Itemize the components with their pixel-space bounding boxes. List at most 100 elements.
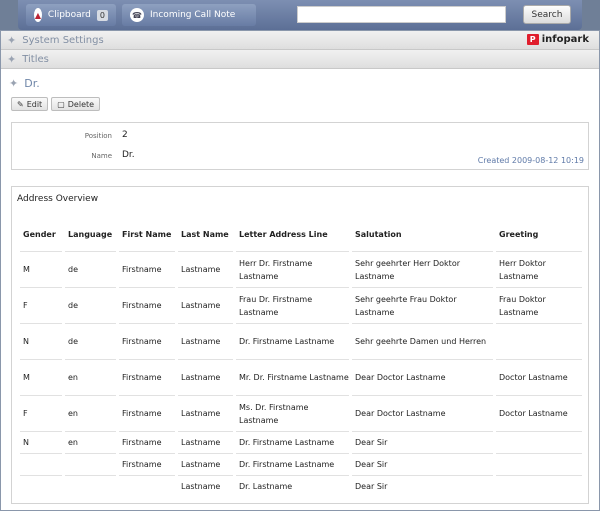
edit-label: Edit: [26, 99, 43, 109]
table-cell: de: [65, 323, 116, 359]
table-cell: Doctor Lastname: [496, 359, 582, 395]
table-row: F en Firstname Lastname Ms. Dr. Firstnam…: [20, 395, 582, 431]
table-cell: [65, 453, 116, 475]
created-timestamp: Created 2009-08-12 10:19: [477, 156, 584, 165]
table-header-row: Gender Language First Name Last Name Let…: [20, 217, 582, 251]
table-cell: Firstname: [119, 323, 175, 359]
address-table: Gender Language First Name Last Name Let…: [17, 217, 585, 497]
table-cell: Lastname: [178, 251, 233, 287]
table-cell: en: [65, 359, 116, 395]
table-cell: Firstname: [119, 453, 175, 475]
table-cell: Firstname: [119, 251, 175, 287]
table-cell: Ms. Dr. Firstname Lastname: [236, 395, 349, 431]
table-cell: Dear Doctor Lastname: [352, 359, 493, 395]
clipboard-count-badge: 0: [96, 9, 108, 21]
infopark-logo-text: infopark: [541, 34, 589, 45]
clipboard-button[interactable]: ▲ Clipboard 0: [26, 4, 116, 26]
name-label: Name: [91, 152, 112, 160]
edit-button[interactable]: ✎ Edit: [11, 97, 49, 111]
table-cell: [119, 475, 175, 497]
table-cell: Frau Dr. Firstname Lastname: [236, 287, 349, 323]
trash-icon: ▢: [57, 99, 65, 109]
table-cell: [20, 475, 62, 497]
table-cell: Firstname: [119, 287, 175, 323]
table-cell: [496, 323, 582, 359]
table-cell: Firstname: [119, 359, 175, 395]
delete-label: Delete: [67, 99, 95, 109]
table-cell: Dear Sir: [352, 431, 493, 453]
table-cell: Lastname: [178, 431, 233, 453]
main-panel: ✦ System Settings P infopark ✦ Titles ✦ …: [0, 30, 600, 511]
table-row: Lastname Dr. Lastname Dear Sir: [20, 475, 582, 497]
table-cell: Dear Sir: [352, 475, 493, 497]
table-cell: Frau Doktor Lastname: [496, 287, 582, 323]
column-header: Greeting: [499, 229, 539, 239]
system-settings-label: System Settings: [22, 34, 104, 46]
search-input[interactable]: [297, 6, 506, 23]
table-cell: Dr. Firstname Lastname: [236, 453, 349, 475]
search-button[interactable]: Search: [523, 5, 571, 24]
clipboard-icon: ▲: [34, 8, 42, 22]
table-cell: N: [20, 431, 62, 453]
table-cell: Lastname: [178, 453, 233, 475]
table-cell: F: [20, 287, 62, 323]
table-cell: Sehr geehrte Damen und Herren: [352, 323, 493, 359]
table-cell: N: [20, 323, 62, 359]
table-cell: Lastname: [178, 287, 233, 323]
address-overview-title: Address Overview: [17, 194, 99, 204]
table-cell: Sehr geehrte Frau Doktor Lastname: [352, 287, 493, 323]
column-header: Salutation: [355, 229, 402, 239]
table-cell: M: [20, 359, 62, 395]
delete-button[interactable]: ▢ Delete: [51, 97, 101, 111]
table-cell: Doctor Lastname: [496, 395, 582, 431]
table-cell: Lastname: [178, 395, 233, 431]
table-cell: Mr. Dr. Firstname Lastname: [236, 359, 349, 395]
titles-bar[interactable]: ✦ Titles: [1, 50, 599, 69]
page-title-text: Dr.: [24, 77, 40, 90]
details-box: Position 2 Name Dr. Created 2009-08-12 1…: [11, 122, 589, 170]
table-cell: [65, 475, 116, 497]
table-cell: [496, 453, 582, 475]
table-cell: [496, 475, 582, 497]
table-cell: Lastname: [178, 323, 233, 359]
table-cell: Herr Dr. Firstname Lastname: [236, 251, 349, 287]
column-header: First Name: [122, 229, 172, 239]
table-cell: en: [65, 431, 116, 453]
incoming-call-note-button[interactable]: ☎ Incoming Call Note: [122, 4, 256, 26]
table-cell: de: [65, 251, 116, 287]
table-cell: Dear Sir: [352, 453, 493, 475]
column-header: Language: [68, 229, 113, 239]
table-row: F de Firstname Lastname Frau Dr. Firstna…: [20, 287, 582, 323]
table-cell: Dr. Firstname Lastname: [236, 431, 349, 453]
phone-icon: ☎: [130, 8, 144, 22]
column-header: Gender: [23, 229, 56, 239]
table-cell: F: [20, 395, 62, 431]
brush-icon: ✦: [9, 77, 19, 90]
table-row: M de Firstname Lastname Herr Dr. Firstna…: [20, 251, 582, 287]
infopark-logo-mark: P: [526, 34, 539, 45]
system-settings-bar[interactable]: ✦ System Settings: [1, 31, 599, 50]
pencil-icon: ✎: [17, 99, 24, 109]
action-row: ✎ Edit ▢ Delete: [11, 97, 101, 111]
table-row: M en Firstname Lastname Mr. Dr. Firstnam…: [20, 359, 582, 395]
page-title: ✦ Dr.: [9, 77, 40, 90]
table-cell: de: [65, 287, 116, 323]
table-cell: Firstname: [119, 431, 175, 453]
table-cell: Dr. Firstname Lastname: [236, 323, 349, 359]
table-cell: Lastname: [178, 359, 233, 395]
name-value: Dr.: [122, 150, 135, 160]
table-row: Firstname Lastname Dr. Firstname Lastnam…: [20, 453, 582, 475]
position-label: Position: [84, 132, 112, 140]
infopark-logo: P infopark: [526, 34, 589, 45]
incoming-call-label: Incoming Call Note: [150, 10, 236, 20]
table-cell: M: [20, 251, 62, 287]
position-value: 2: [122, 130, 128, 140]
address-overview: Address Overview Gender Language First N…: [11, 186, 589, 504]
top-toolbar: ▲ Clipboard 0 ☎ Incoming Call Note Searc…: [18, 0, 582, 30]
table-cell: Sehr geehrter Herr Doktor Lastname: [352, 251, 493, 287]
brush-icon: ✦: [7, 52, 17, 66]
clipboard-label: Clipboard: [47, 10, 91, 20]
table-cell: Dr. Lastname: [236, 475, 349, 497]
column-header: Letter Address Line: [239, 229, 328, 239]
table-cell: [496, 431, 582, 453]
